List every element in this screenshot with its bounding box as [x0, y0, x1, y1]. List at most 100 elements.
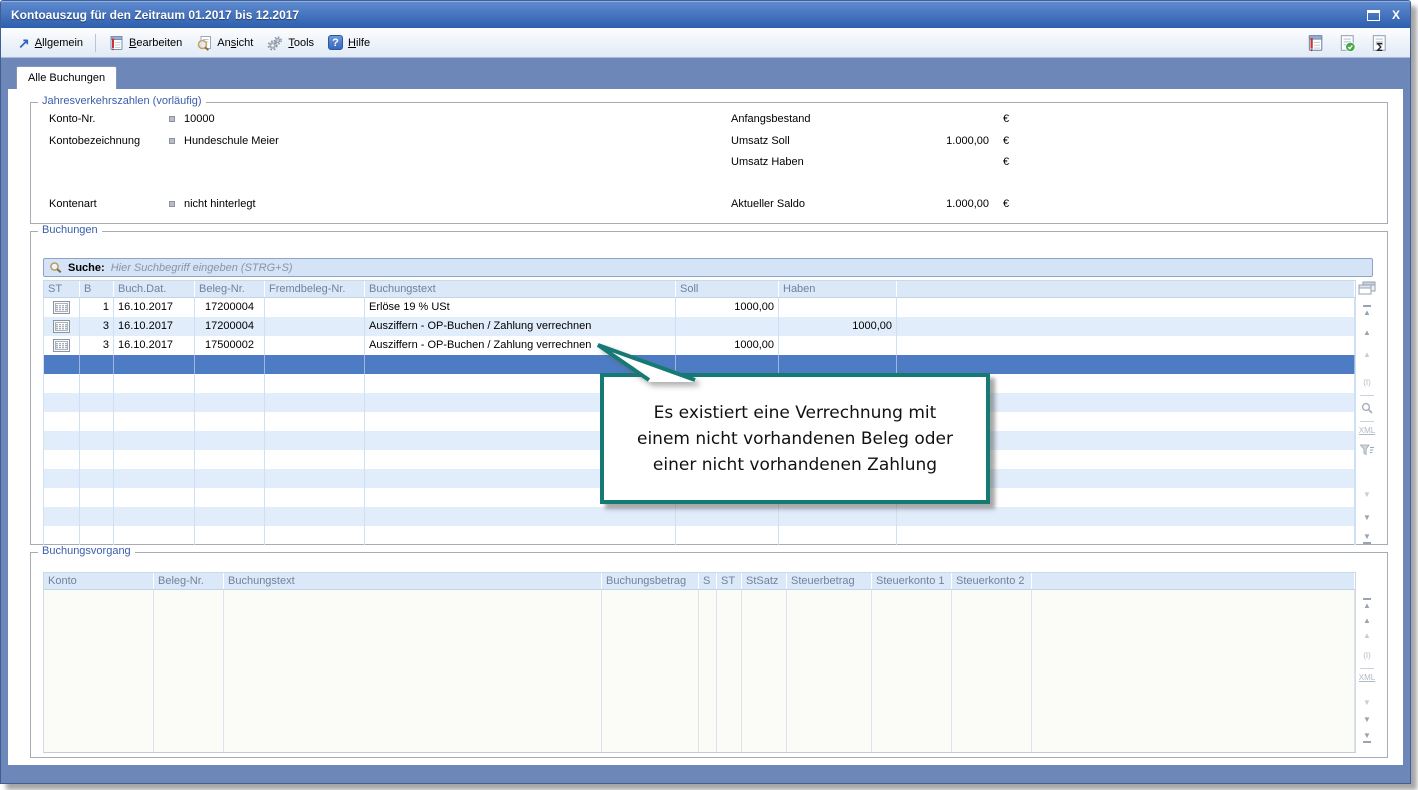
divider — [1360, 668, 1374, 669]
scroll-up-icon[interactable]: ▲ — [1363, 616, 1371, 625]
scroll-top-icon[interactable]: ▲ — [1363, 305, 1371, 317]
document-check-button[interactable] — [1338, 34, 1356, 52]
transaction-header: Konto Beleg-Nr. Buchungstext Buchungsbet… — [43, 572, 1356, 590]
callout-pointer — [591, 336, 721, 396]
col-buchungstext[interactable]: Buchungstext — [365, 281, 676, 297]
scroll-down-icon[interactable]: ▼ — [1363, 513, 1371, 522]
field-label: Kontenart — [49, 198, 97, 210]
close-button[interactable]: X — [1392, 8, 1400, 22]
field-label: Umsatz Soll — [731, 135, 790, 147]
col-konto[interactable]: Konto — [44, 573, 154, 589]
col-b[interactable]: B — [80, 281, 114, 297]
bookings-header: ST B Buch.Dat. Beleg-Nr. Fremdbeleg-Nr. … — [43, 280, 1356, 298]
menu-ansicht[interactable]: Ansicht — [189, 35, 260, 51]
transaction-table-body[interactable] — [43, 590, 1356, 753]
callout-line: einer nicht vorhandenen Zahlung — [653, 452, 937, 478]
grid-icon — [53, 339, 70, 352]
empty-row[interactable] — [44, 507, 1355, 526]
tab-alle-buchungen[interactable]: Alle Buchungen — [16, 66, 117, 89]
field-label: Umsatz Haben — [731, 156, 804, 168]
search-label: Suche: — [68, 262, 105, 274]
scroll-bottom-icon[interactable]: ▼ — [1363, 731, 1371, 743]
table-row[interactable]: 3 16.10.2017 17200004 Ausziffern - OP-Bu… — [44, 317, 1355, 336]
field-label: Aktueller Saldo — [731, 198, 805, 210]
group-brackets-icon[interactable]: (I) — [1363, 651, 1371, 660]
col-buchdat[interactable]: Buch.Dat. — [114, 281, 195, 297]
currency-symbol: € — [1003, 135, 1009, 147]
field-label: Kontobezeichnung — [49, 135, 140, 147]
filter-icon[interactable] — [1360, 444, 1375, 456]
field-label: Konto-Nr. — [49, 113, 95, 125]
document-sum-button[interactable] — [1370, 34, 1388, 52]
search-input[interactable] — [111, 262, 1367, 274]
toolbar-right — [1306, 34, 1400, 52]
tab-strip: Alle Buchungen — [1, 58, 1410, 89]
search-bar[interactable]: Suche: — [43, 258, 1373, 277]
field-value: 1.000,00 — [879, 135, 989, 147]
currency-symbol: € — [1003, 156, 1009, 168]
scroll-down-icon[interactable]: ▼ — [1363, 715, 1371, 724]
col-st[interactable]: ST — [717, 573, 742, 589]
scroll-up-icon[interactable]: ▲ — [1363, 328, 1371, 337]
col-buchungstext[interactable]: Buchungstext — [224, 573, 602, 589]
col-stsatz[interactable]: StSatz — [742, 573, 787, 589]
grid-icon — [53, 320, 70, 333]
empty-row[interactable] — [44, 526, 1355, 545]
field-value: 1.000,00 — [879, 198, 989, 210]
menubar: ↗ Allgemein Bearbeiten Ansicht Tools ? H… — [1, 28, 1410, 58]
summary-legend: Jahresverkehrszahlen (vorläufig) — [38, 95, 206, 107]
currency-symbol: € — [1003, 198, 1009, 210]
field-value: 10000 — [184, 113, 215, 125]
bookings-sidebar: ▲ ▲ ▲ (I) XML ▼ ▼ ▼ — [1353, 280, 1381, 545]
gears-icon — [267, 35, 283, 51]
maximize-button[interactable] — [1367, 10, 1380, 21]
bullet-icon — [169, 201, 175, 207]
bookings-legend: Buchungen — [38, 224, 102, 236]
group-brackets-icon[interactable]: (I) — [1363, 378, 1371, 387]
content-area: Jahresverkehrszahlen (vorläufig) Konto-N… — [8, 89, 1403, 765]
col-belegnr[interactable]: Beleg-Nr. — [154, 573, 224, 589]
transaction-fieldset: Buchungsvorgang Konto Beleg-Nr. Buchungs… — [30, 552, 1388, 758]
field-value: nicht hinterlegt — [184, 198, 256, 210]
table-row[interactable]: 1 16.10.2017 17200004 Erlöse 19 % USt 10… — [44, 298, 1355, 317]
menu-tools[interactable]: Tools — [260, 35, 321, 51]
col-empty — [1032, 573, 1355, 589]
page-down-icon[interactable]: ▼ — [1363, 490, 1371, 499]
help-icon: ? — [328, 35, 343, 50]
search-icon — [49, 261, 62, 274]
page-up-icon[interactable]: ▲ — [1363, 631, 1371, 640]
arrow-up-right-icon: ↗ — [18, 36, 30, 50]
col-steuerkonto2[interactable]: Steuerkonto 2 — [952, 573, 1032, 589]
transaction-legend: Buchungsvorgang — [38, 545, 135, 557]
divider — [1360, 395, 1374, 396]
col-belegnr[interactable]: Beleg-Nr. — [195, 281, 265, 297]
xml-icon[interactable]: XML — [1359, 426, 1375, 435]
col-steuerbetrag[interactable]: Steuerbetrag — [787, 573, 872, 589]
menu-allgemein[interactable]: ↗ Allgemein — [11, 36, 90, 50]
callout-line: Es existiert eine Verrechnung mit — [654, 400, 937, 426]
scroll-bottom-icon[interactable]: ▼ — [1363, 532, 1371, 544]
col-s[interactable]: S — [699, 573, 717, 589]
scroll-top-icon[interactable]: ▲ — [1363, 598, 1371, 610]
col-st[interactable]: ST — [44, 281, 80, 297]
col-fremdbelegnr[interactable]: Fremdbeleg-Nr. — [265, 281, 365, 297]
page-up-icon[interactable]: ▲ — [1363, 350, 1371, 359]
journal-button[interactable] — [1306, 34, 1324, 52]
col-haben[interactable]: Haben — [779, 281, 897, 297]
col-soll[interactable]: Soll — [676, 281, 779, 297]
menu-bearbeiten[interactable]: Bearbeiten — [101, 35, 189, 51]
bullet-icon — [169, 116, 175, 122]
magnifier-document-icon — [196, 35, 212, 51]
col-steuerkonto1[interactable]: Steuerkonto 1 — [872, 573, 952, 589]
xml-icon[interactable]: XML — [1359, 673, 1375, 682]
grid-icon — [53, 301, 70, 314]
col-empty — [897, 281, 1355, 297]
divider — [1360, 421, 1374, 422]
menu-hilfe[interactable]: ? Hilfe — [321, 35, 377, 50]
menu-separator — [95, 34, 96, 52]
page-down-icon[interactable]: ▼ — [1363, 698, 1371, 707]
col-buchungsbetrag[interactable]: Buchungsbetrag — [602, 573, 699, 589]
column-chooser-icon[interactable] — [1358, 281, 1376, 295]
magnifier-icon[interactable] — [1361, 402, 1373, 414]
summary-fieldset: Jahresverkehrszahlen (vorläufig) Konto-N… — [30, 102, 1388, 224]
